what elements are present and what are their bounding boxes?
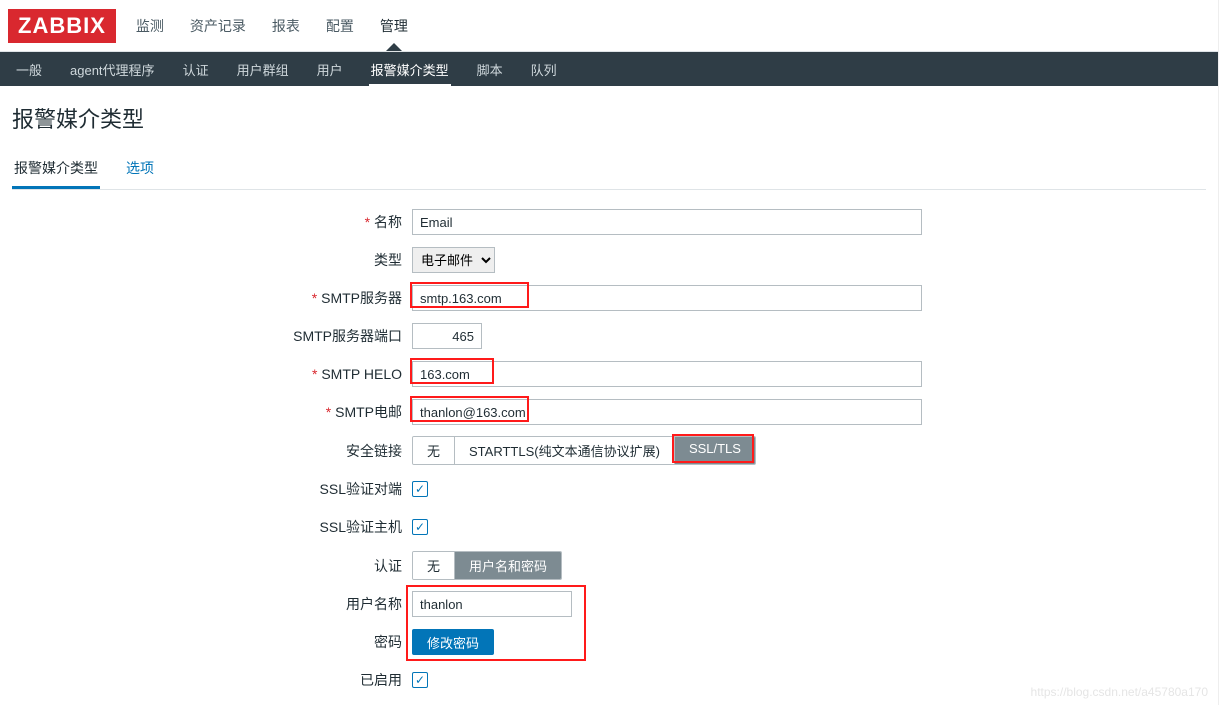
security-label: 安全链接 bbox=[142, 441, 412, 461]
enabled-checkbox[interactable] bbox=[412, 672, 428, 688]
smtp-server-input[interactable] bbox=[412, 285, 922, 311]
topnav-item-3[interactable]: 配置 bbox=[324, 2, 356, 50]
subnav-item-1[interactable]: agent代理程序 bbox=[68, 52, 157, 87]
auth-label: 认证 bbox=[142, 556, 412, 576]
smtp-server-label: SMTP服务器 bbox=[142, 288, 412, 308]
subnav-item-4[interactable]: 用户 bbox=[315, 52, 345, 87]
smtp-helo-label: SMTP HELO bbox=[142, 366, 412, 382]
ssl-peer-label: SSL验证对端 bbox=[142, 479, 412, 499]
subnav-item-7[interactable]: 队列 bbox=[529, 52, 559, 87]
topnav-item-4[interactable]: 管理 bbox=[378, 2, 410, 50]
tabstrip: 报警媒介类型选项 bbox=[12, 150, 1206, 190]
smtp-email-label: SMTP电邮 bbox=[142, 402, 412, 422]
topnav: 监测资产记录报表配置管理 bbox=[134, 2, 410, 50]
smtp-email-input[interactable] bbox=[412, 399, 922, 425]
subnav-item-2[interactable]: 认证 bbox=[181, 52, 211, 87]
topnav-item-2[interactable]: 报表 bbox=[270, 2, 302, 50]
smtp-port-input[interactable] bbox=[412, 323, 482, 349]
username-input[interactable] bbox=[412, 591, 572, 617]
security-segment: 无STARTTLS(纯文本通信协议扩展)SSL/TLS bbox=[412, 436, 756, 465]
security-option-0[interactable]: 无 bbox=[413, 437, 455, 464]
logo: ZABBIX bbox=[8, 9, 116, 43]
subnav-item-5[interactable]: 报警媒介类型 bbox=[369, 52, 451, 87]
topnav-item-1[interactable]: 资产记录 bbox=[188, 2, 248, 50]
security-option-1[interactable]: STARTTLS(纯文本通信协议扩展) bbox=[455, 437, 675, 464]
name-input[interactable] bbox=[412, 209, 922, 235]
ssl-host-checkbox[interactable] bbox=[412, 519, 428, 535]
tab-0[interactable]: 报警媒介类型 bbox=[12, 150, 100, 189]
type-select[interactable]: 电子邮件 bbox=[412, 247, 495, 273]
enabled-label: 已启用 bbox=[142, 670, 412, 690]
ssl-peer-checkbox[interactable] bbox=[412, 481, 428, 497]
type-label: 类型 bbox=[142, 250, 412, 270]
page: 报警媒介类型 报警媒介类型选项 名称 类型 电子邮件 bbox=[0, 86, 1218, 705]
username-label: 用户名称 bbox=[142, 594, 412, 614]
topbar: ZABBIX 监测资产记录报表配置管理 bbox=[0, 0, 1218, 52]
form: 名称 类型 电子邮件 SMTP服务器 bbox=[142, 208, 1206, 705]
security-option-2[interactable]: SSL/TLS bbox=[675, 437, 755, 464]
auth-option-1[interactable]: 用户名和密码 bbox=[455, 552, 561, 579]
auth-segment: 无用户名和密码 bbox=[412, 551, 562, 580]
subnav: 一般 agent代理程序认证用户群组用户报警媒介类型脚本队列 bbox=[0, 52, 1218, 86]
password-label: 密码 bbox=[142, 632, 412, 652]
topnav-item-0[interactable]: 监测 bbox=[134, 2, 166, 50]
change-password-button[interactable]: 修改密码 bbox=[412, 629, 494, 655]
page-title: 报警媒介类型 bbox=[12, 102, 1206, 134]
subnav-item-0[interactable]: 一般 bbox=[14, 52, 44, 87]
tab-1[interactable]: 选项 bbox=[124, 150, 156, 189]
auth-option-0[interactable]: 无 bbox=[413, 552, 455, 579]
ssl-host-label: SSL验证主机 bbox=[142, 517, 412, 537]
subnav-item-6[interactable]: 脚本 bbox=[475, 52, 505, 87]
smtp-port-label: SMTP服务器端口 bbox=[142, 326, 412, 346]
smtp-helo-input[interactable] bbox=[412, 361, 922, 387]
subnav-item-3[interactable]: 用户群组 bbox=[235, 52, 291, 87]
name-label: 名称 bbox=[142, 212, 412, 232]
